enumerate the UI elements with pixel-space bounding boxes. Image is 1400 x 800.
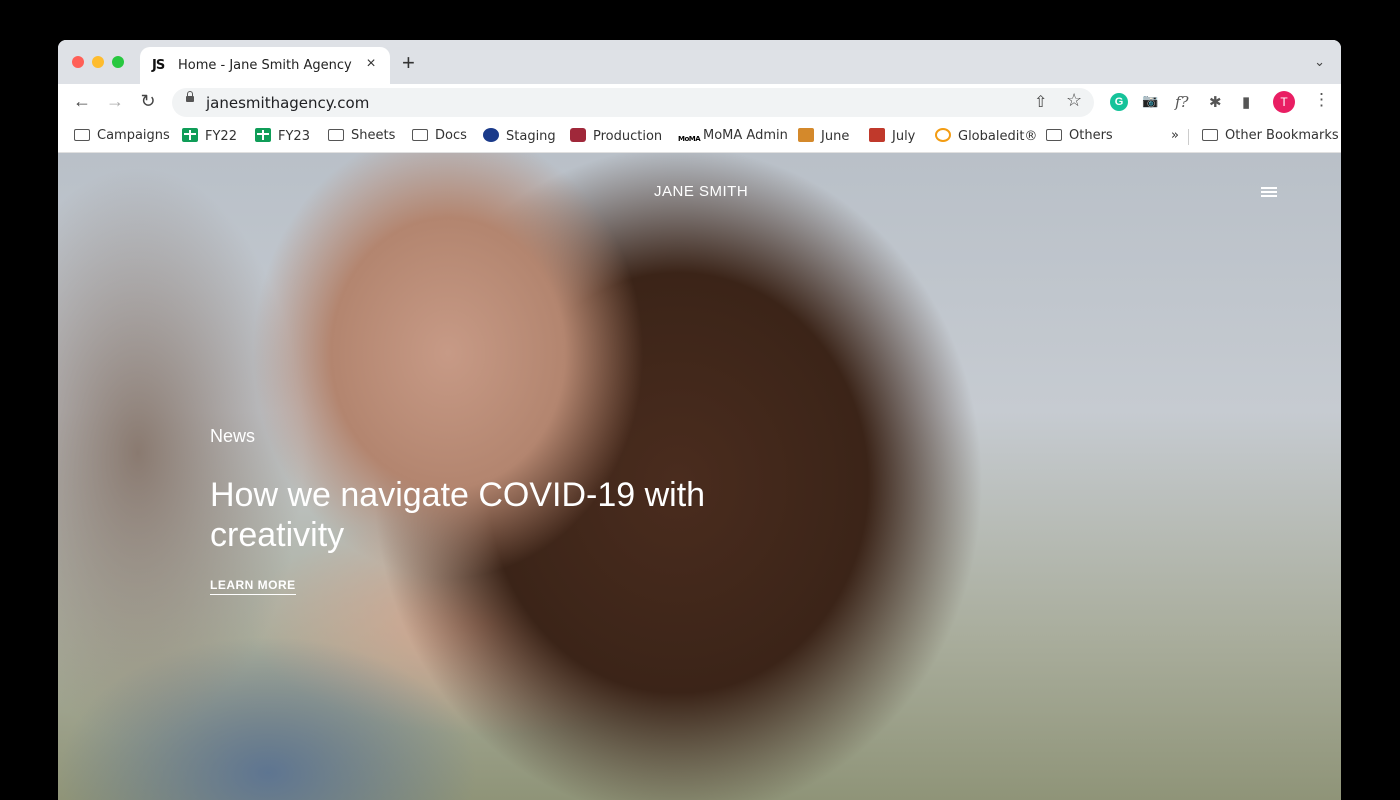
staging-icon — [483, 128, 499, 142]
browser-window: JS Home - Jane Smith Agency × + ⌄ ← → ↻ … — [58, 40, 1341, 800]
bookmark-other-bookmarks[interactable]: Other Bookmarks — [1202, 128, 1339, 143]
moma-icon: MoMA — [678, 135, 701, 143]
extensions-puzzle-icon[interactable]: ✱ — [1209, 93, 1222, 111]
bookmark-label: Campaigns — [97, 128, 170, 143]
bookmark-star-icon[interactable]: ☆ — [1066, 90, 1082, 111]
production-icon — [570, 128, 586, 142]
bookmark-production[interactable]: Production — [570, 128, 662, 144]
bookmark-campaigns[interactable]: Campaigns — [74, 128, 170, 143]
hero-section: JANE SMITH News How we navigate COVID-19… — [58, 153, 1341, 800]
bookmark-label: Others — [1069, 128, 1113, 143]
globaledit-icon — [935, 128, 951, 142]
sheets-icon — [182, 128, 198, 142]
bookmark-others[interactable]: Others — [1046, 128, 1113, 143]
new-tab-button[interactable]: + — [402, 50, 415, 76]
reload-button[interactable]: ↻ — [136, 91, 160, 112]
bookmark-label: Docs — [435, 128, 467, 143]
folder-icon — [328, 129, 344, 141]
bookmark-label: MoMA Admin — [703, 128, 788, 143]
bookmark-label: Other Bookmarks — [1225, 128, 1339, 143]
learn-more-link[interactable]: LEARN MORE — [210, 578, 296, 595]
bookmark-label: Staging — [506, 129, 556, 144]
bookmark-docs[interactable]: Docs — [412, 128, 467, 143]
side-panel-icon[interactable]: ▮ — [1242, 93, 1250, 111]
folder-icon — [1046, 129, 1062, 141]
site-logo[interactable]: JANE SMITH — [654, 183, 748, 200]
font-extension-icon[interactable]: f? — [1175, 93, 1189, 111]
bookmarks-divider — [1188, 129, 1189, 145]
bookmarks-overflow-chevron-icon[interactable]: » — [1171, 128, 1179, 143]
back-button[interactable]: ← — [70, 91, 94, 112]
browser-toolbar: ← → ↻ janesmithagency.com ⇧ ☆ G 📷 f? ✱ ▮… — [58, 84, 1341, 122]
url-text[interactable]: janesmithagency.com — [206, 94, 369, 112]
js-favicon-icon: JS — [152, 58, 165, 73]
grammarly-extension-icon[interactable]: G — [1110, 93, 1128, 111]
tab-strip: JS Home - Jane Smith Agency × + ⌄ — [58, 40, 1341, 84]
lock-icon — [186, 91, 194, 102]
bookmark-june[interactable]: June — [798, 128, 849, 144]
hero-category: News — [210, 426, 256, 446]
bookmark-july[interactable]: July — [869, 128, 915, 144]
trello-icon — [798, 128, 814, 142]
folder-icon — [74, 129, 90, 141]
bookmark-sheets[interactable]: Sheets — [328, 128, 395, 143]
tab-close-icon[interactable]: × — [362, 55, 380, 73]
bookmark-fy22[interactable]: FY22 — [182, 128, 237, 144]
trello-icon — [869, 128, 885, 142]
hamburger-menu-icon[interactable] — [1261, 187, 1277, 198]
camera-extension-icon[interactable]: 📷 — [1142, 93, 1158, 109]
bookmark-label: Production — [593, 129, 663, 144]
share-icon[interactable]: ⇧ — [1034, 92, 1047, 112]
tab-search-chevron-icon[interactable]: ⌄ — [1314, 54, 1325, 70]
bookmark-globaledit[interactable]: Globaledit® — [935, 128, 1037, 144]
bookmark-label: FY23 — [278, 129, 310, 144]
sheets-icon — [255, 128, 271, 142]
bookmark-staging[interactable]: Staging — [483, 128, 556, 144]
close-window-button[interactable] — [72, 56, 84, 68]
profile-avatar[interactable]: T — [1273, 91, 1295, 113]
folder-icon — [1202, 129, 1218, 141]
bookmark-moma-admin[interactable]: MoMA MoMA Admin — [678, 128, 788, 149]
bookmark-label: July — [892, 129, 916, 144]
bookmark-label: Globaledit® — [958, 129, 1038, 144]
address-bar[interactable]: janesmithagency.com ⇧ ☆ — [172, 88, 1094, 117]
forward-button[interactable]: → — [103, 91, 127, 112]
bookmark-label: FY22 — [205, 129, 237, 144]
browser-menu-icon[interactable]: ⋮ — [1313, 90, 1330, 110]
bookmark-label: June — [821, 129, 850, 144]
bookmark-fy23[interactable]: FY23 — [255, 128, 310, 144]
hero-headline: How we navigate COVID-19 with creativity — [210, 476, 706, 554]
tab-home[interactable]: JS Home - Jane Smith Agency × — [140, 47, 390, 84]
minimize-window-button[interactable] — [92, 56, 104, 68]
bookmarks-bar: Campaigns FY22 FY23 Sheets Docs Staging … — [58, 122, 1341, 153]
maximize-window-button[interactable] — [112, 56, 124, 68]
folder-icon — [412, 129, 428, 141]
bookmark-label: Sheets — [351, 128, 396, 143]
tab-title: Home - Jane Smith Agency — [178, 58, 352, 73]
